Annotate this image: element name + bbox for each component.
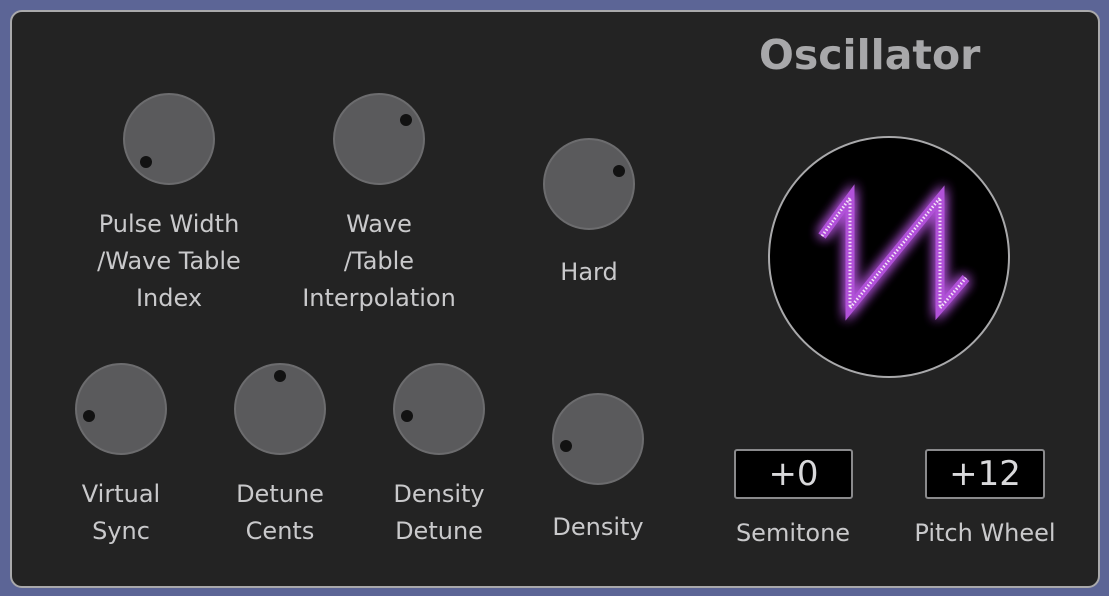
- hard-knob[interactable]: [543, 138, 635, 230]
- knob-indicator: [139, 156, 152, 169]
- pitch-wheel-value-box[interactable]: +12: [925, 449, 1045, 499]
- semitone-value-box[interactable]: +0: [734, 449, 853, 499]
- wave-interpolation-knob[interactable]: [333, 93, 425, 185]
- knob-indicator: [274, 370, 286, 382]
- knob-indicator: [613, 165, 626, 178]
- waveform-display[interactable]: [768, 136, 1010, 378]
- knob-indicator: [559, 440, 572, 453]
- pitch-wheel-label: Pitch Wheel: [914, 519, 1056, 547]
- density-knob[interactable]: [552, 393, 644, 485]
- pulse-width-knob[interactable]: [123, 93, 215, 185]
- detune-cents-label: Detune Cents: [236, 480, 324, 545]
- sawtooth-wave-icon: [818, 184, 970, 321]
- knob-indicator: [400, 410, 413, 423]
- detune-cents-knob[interactable]: [234, 363, 326, 455]
- density-detune-knob[interactable]: [393, 363, 485, 455]
- virtual-sync-knob[interactable]: [75, 363, 167, 455]
- wave-interpolation-label: Wave /Table Interpolation: [302, 210, 456, 312]
- panel-title: Oscillator: [759, 31, 981, 79]
- knob-indicator: [82, 410, 95, 423]
- density-label: Density: [552, 513, 644, 541]
- pulse-width-label: Pulse Width /Wave Table Index: [97, 210, 241, 312]
- density-detune-label: Density Detune: [393, 480, 485, 545]
- virtual-sync-label: Virtual Sync: [81, 480, 161, 545]
- knob-indicator: [399, 113, 412, 126]
- hard-label: Hard: [560, 258, 618, 286]
- semitone-label: Semitone: [735, 519, 851, 547]
